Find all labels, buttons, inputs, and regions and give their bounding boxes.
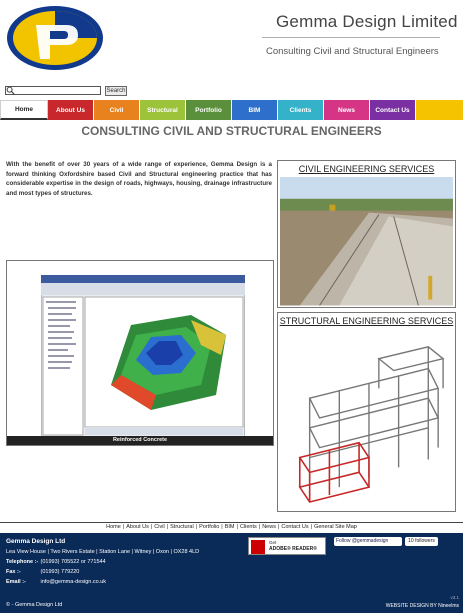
telephone-label: Telephone :- [6, 559, 39, 565]
footer-link-contact-us[interactable]: Contact Us [281, 524, 308, 530]
fax-label: Fax :- [6, 569, 21, 575]
civil-site-photo [280, 177, 453, 306]
software-screenshot [41, 275, 245, 437]
footer-link-civil[interactable]: Civil [154, 524, 164, 530]
footer-link-separator: | [277, 524, 280, 530]
adobe-icon [251, 540, 265, 554]
footer-links: Home | About Us | Civil | Structural | Portfolio… [0, 522, 463, 530]
software-screenshot-panel: Reinforced Concrete [6, 260, 274, 446]
brand-name: Gemma Design Limited [276, 12, 458, 31]
search-input[interactable] [5, 86, 101, 95]
intro-text: With the benefit of over 30 years of a w… [6, 161, 272, 197]
footer-link-separator: | [236, 524, 238, 530]
civil-services-panel[interactable]: CIVIL ENGINEERING SERVICES [277, 160, 456, 308]
adobe-get-label: Get [269, 540, 277, 545]
nav-tail-bar [416, 100, 463, 120]
tagline: Consulting Civil and Structural Engineer… [266, 46, 439, 57]
twitter-followers-count: 10 followers [405, 537, 438, 546]
email-link[interactable]: info@gemma-design.co.uk [41, 579, 107, 585]
footer-link-separator: | [310, 524, 313, 530]
footer-link-news[interactable]: News [262, 524, 276, 530]
fax-value: (01993) 779220 [40, 569, 80, 575]
nav-item-news[interactable]: News [324, 100, 370, 120]
main-nav: Home About Us Civil Structural Portfolio BIM C… [0, 100, 463, 120]
search-icon [6, 86, 15, 95]
copyright: © - Gemma Design Ltd [6, 602, 63, 608]
footer-link-general-site-map[interactable]: General Site Map [314, 524, 357, 530]
adobe-reader-label: ADOBE® READER® [269, 546, 317, 552]
nav-item-structural[interactable]: Structural [140, 100, 186, 120]
structural-frame-model [298, 346, 445, 503]
nav-item-civil[interactable]: Civil [94, 100, 140, 120]
nav-item-about-us[interactable]: About Us [48, 100, 94, 120]
design-credit[interactable]: WEBSITE DESIGN BY Nineelms [386, 603, 459, 609]
footer-link-separator: | [221, 524, 223, 530]
footer-link-portfolio[interactable]: Portfolio [199, 524, 219, 530]
brand-divider [262, 37, 440, 38]
email-label: Email :- [6, 579, 26, 585]
footer-link-about-us[interactable]: About Us [126, 524, 149, 530]
footer-email-row: Email :- info@gemma-design.co.uk [6, 579, 106, 585]
nav-item-portfolio[interactable]: Portfolio [186, 100, 232, 120]
page-title: CONSULTING CIVIL AND STRUCTURAL ENGINEER… [81, 124, 382, 138]
footer-link-separator: | [195, 524, 198, 530]
footer-link-home[interactable]: Home [106, 524, 121, 530]
site-footer: Gemma Design Ltd Lea View House | Two Ri… [0, 533, 463, 613]
footer-link-clients[interactable]: Clients [240, 524, 257, 530]
footer-link-separator: | [258, 524, 261, 530]
footer-company: Gemma Design Ltd [6, 538, 66, 545]
footer-telephone-row: Telephone :- (01993) 705522 or 771544 [6, 559, 106, 565]
nav-item-home[interactable]: Home [0, 100, 48, 120]
company-logo [7, 6, 103, 70]
twitter-follow-button[interactable]: Follow @gemmadesign [334, 537, 402, 546]
nav-item-bim[interactable]: BIM [232, 100, 278, 120]
nav-item-clients[interactable]: Clients [278, 100, 324, 120]
footer-link-separator: | [166, 524, 169, 530]
footer-address: Lea View House | Two Rivers Estate | Sta… [6, 549, 200, 555]
footer-link-separator: | [150, 524, 153, 530]
version-label: v3.1 [450, 595, 459, 600]
telephone-value: (01993) 705522 or 771544 [40, 559, 106, 565]
adobe-reader-badge[interactable]: Get ADOBE® READER® [248, 537, 326, 555]
nav-item-contact-us[interactable]: Contact Us [370, 100, 416, 120]
search-button[interactable]: Search [105, 86, 127, 96]
footer-link-separator: | [122, 524, 125, 530]
footer-link-bim[interactable]: BIM [225, 524, 235, 530]
software-caption: Reinforced Concrete [7, 436, 273, 445]
structural-services-panel[interactable]: STRUCTURAL ENGINEERING SERVICES [277, 312, 456, 512]
footer-link-structural[interactable]: Structural [170, 524, 194, 530]
footer-fax-row: Fax :- (01993) 779220 [6, 569, 79, 575]
civil-services-link[interactable]: CIVIL ENGINEERING SERVICES [278, 161, 455, 177]
structural-services-link[interactable]: STRUCTURAL ENGINEERING SERVICES [278, 313, 455, 329]
